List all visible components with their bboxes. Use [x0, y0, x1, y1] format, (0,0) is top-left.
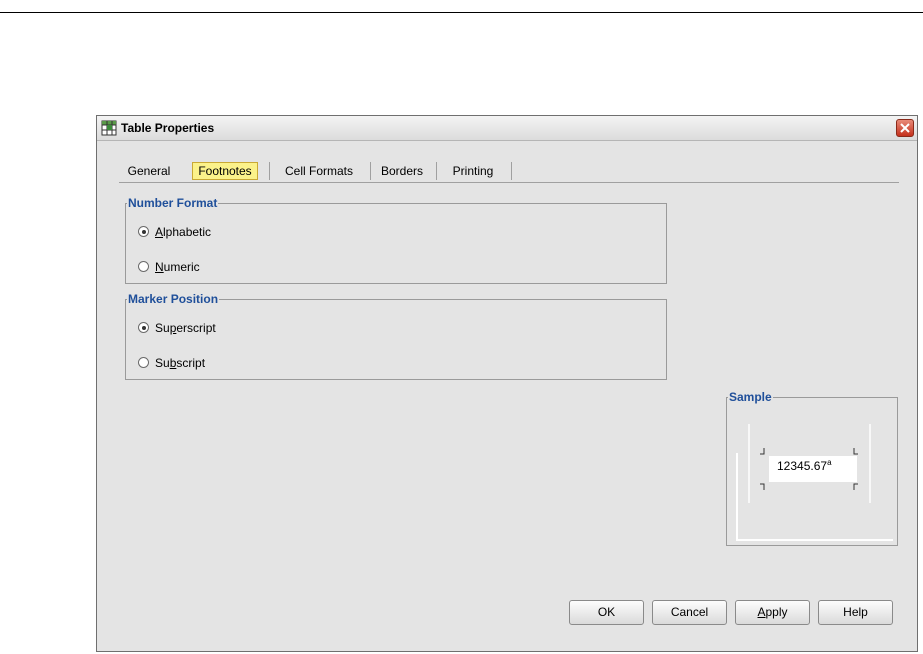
tab-general[interactable]: General	[119, 160, 179, 182]
radio-subscript-label-start: Su	[155, 356, 170, 370]
number-format-group: Number Format Alphabetic Numeric	[125, 196, 667, 284]
top-divider	[0, 12, 923, 13]
close-button[interactable]	[896, 119, 914, 137]
ok-button[interactable]: OK	[569, 600, 644, 625]
mnemonic-letter: A	[155, 225, 164, 239]
radio-button-checked[interactable]	[138, 226, 149, 237]
apply-label-rest: pply	[765, 605, 788, 619]
tab-borders[interactable]: Borders	[371, 160, 433, 182]
sample-group: Sample 12345.67a	[726, 390, 898, 546]
tab-cell-formats[interactable]: Cell Formats	[270, 160, 368, 182]
radio-subscript-label-end: script	[176, 356, 206, 370]
cancel-button[interactable]: Cancel	[652, 600, 727, 625]
radio-button[interactable]	[138, 261, 149, 272]
table-properties-dialog: Table Properties General Footnotes Cell …	[96, 115, 918, 652]
radio-numeric-label: umeric	[163, 260, 200, 274]
mnemonic-letter: A	[757, 605, 766, 619]
mnemonic-letter: N	[155, 260, 164, 274]
tab-footnotes[interactable]: Footnotes	[183, 160, 267, 182]
table-grid-icon	[101, 120, 117, 136]
marker-position-legend: Marker Position	[127, 292, 220, 306]
tab-underline	[119, 182, 899, 183]
radio-alphabetic-label: lphabetic	[163, 225, 212, 239]
sample-legend: Sample	[728, 390, 773, 404]
tab-printing[interactable]: Printing	[437, 160, 509, 182]
title-bar[interactable]: Table Properties	[97, 116, 917, 141]
help-button[interactable]: Help	[818, 600, 893, 625]
radio-superscript-label-end: erscript	[176, 321, 216, 335]
number-format-legend: Number Format	[127, 196, 219, 210]
radio-button-checked[interactable]	[138, 322, 149, 333]
sample-value: 12345.67a	[777, 458, 832, 473]
window-title: Table Properties	[121, 121, 215, 135]
sample-number: 12345.67	[777, 459, 828, 473]
apply-button[interactable]: Apply	[735, 600, 810, 625]
footnote-marker: a	[827, 458, 832, 467]
marker-position-group: Marker Position Superscript Subscript	[125, 292, 667, 380]
radio-button[interactable]	[138, 357, 149, 368]
sample-corner-marks	[760, 448, 858, 490]
radio-superscript-label-start: Su	[155, 321, 170, 335]
sample-preview: 12345.67a	[733, 408, 893, 541]
tab-separator	[511, 162, 512, 180]
close-icon	[900, 123, 910, 133]
